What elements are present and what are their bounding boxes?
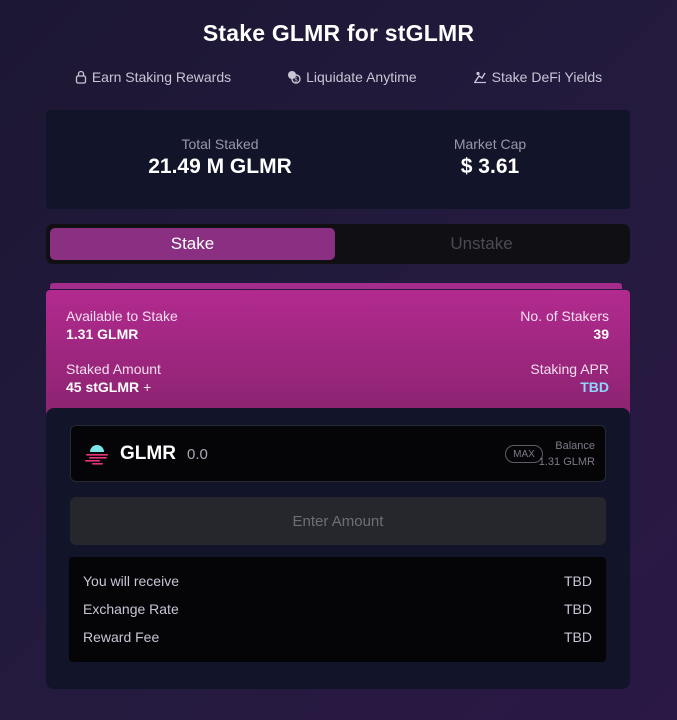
stake-form-panel: GLMR 0.0 MAX Balance 1.31 GLMR Enter Amo… [46,408,630,689]
total-staked-value: 21.49 M GLMR [148,155,292,178]
summary-label: Reward Fee [83,629,160,645]
balance-label: Balance [555,440,595,452]
summary-row: Reward Fee TBD [83,629,592,649]
feature-label: Earn Staking Rewards [91,69,232,85]
feature-earn-rewards: Earn Staking Rewards [75,69,231,85]
amount-input[interactable]: 0.0 [187,446,208,463]
balance-value: 1.31 GLMR [538,456,595,468]
total-staked-label: Total Staked [181,136,259,152]
lock-icon [75,70,87,84]
summary-value: TBD [564,629,592,645]
apr-value: TBD [580,379,609,395]
available-label: Available to Stake [66,308,178,324]
market-cap-value: $ 3.61 [460,155,520,178]
staked-amount-value: 45 stGLMR [66,379,140,395]
summary-row: Exchange Rate TBD [83,601,592,621]
staking-info-card: Available to Stake 1.31 GLMR No. of Stak… [46,290,630,420]
token-input-box: GLMR 0.0 MAX Balance 1.31 GLMR [70,425,606,482]
enter-amount-button[interactable]: Enter Amount [70,497,606,545]
tab-unstake[interactable]: Unstake [339,228,624,260]
glmr-token-icon [85,443,109,470]
summary-value: TBD [564,601,592,617]
available-value: 1.31 GLMR [66,326,139,342]
market-cap-label: Market Cap [453,136,527,152]
card-accent-strip [50,283,622,289]
summary-value: TBD [564,573,592,589]
market-cap-stat: Market Cap $ 3.61 [375,136,605,179]
farm-icon [473,70,487,84]
summary-label: Exchange Rate [83,601,179,617]
tab-stake[interactable]: Stake [50,228,335,260]
apr-label: Staking APR [530,361,609,377]
transaction-summary: You will receive TBD Exchange Rate TBD R… [69,557,606,662]
staked-amount-row: 45 stGLMR + [66,379,151,395]
stats-card: Total Staked 21.49 M GLMR Market Cap $ 3… [46,110,630,209]
coins-icon: $ [287,70,301,84]
balance-display: Balance 1.31 GLMR [539,438,595,470]
feature-label: Liquidate Anytime [306,69,417,85]
stakers-label: No. of Stakers [520,308,609,324]
add-token-button[interactable]: + [143,379,151,395]
feature-label: Stake DeFi Yields [491,69,603,85]
token-name: GLMR [120,443,176,464]
summary-label: You will receive [83,573,179,589]
page-title: Stake GLMR for stGLMR [202,20,475,46]
max-button[interactable]: MAX [505,445,543,463]
feature-liquidate: $ Liquidate Anytime [287,69,417,85]
svg-text:$: $ [294,77,298,84]
total-staked-stat: Total Staked 21.49 M GLMR [105,136,335,179]
staked-amount-label: Staked Amount [66,361,161,377]
stake-unstake-toggle: Stake Unstake [46,224,630,264]
feature-list: Earn Staking Rewards $ Liquidate Anytime… [0,69,677,85]
stakers-value: 39 [593,326,609,342]
feature-defi-yields: Stake DeFi Yields [473,69,603,85]
summary-row: You will receive TBD [83,573,592,593]
